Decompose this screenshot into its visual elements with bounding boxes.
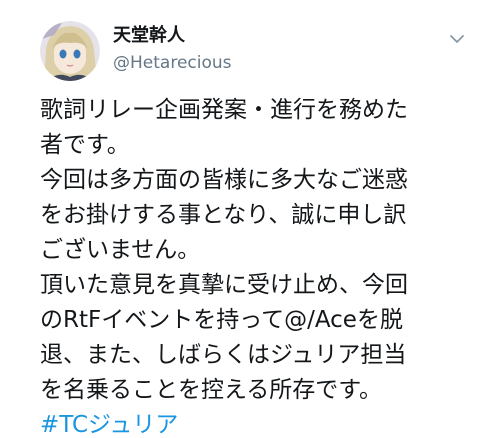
- avatar-anime-character-icon: [40, 21, 100, 81]
- tweet-text: 歌詞リレー企画発案・進行を務めた 者です。 今回は多方面の皆様に多大なご迷惑 を…: [40, 93, 460, 438]
- tweet-text-line: 者です。: [40, 132, 130, 158]
- hashtag-link[interactable]: #TCジュリア: [40, 408, 460, 438]
- tweet-text-line: 退、また、しばらくはジュリア担当: [40, 342, 407, 368]
- tweet-text-line: のRtFイベントを持って@/Aceを脱: [40, 307, 403, 333]
- tweet-text-line: 歌詞リレー企画発案・進行を務めた: [40, 97, 408, 123]
- tweet-text-line: 今回は多方面の皆様に多大なご迷惑: [40, 167, 408, 193]
- avatar[interactable]: [40, 21, 100, 81]
- user-handle[interactable]: @Hetarecious: [113, 52, 232, 74]
- tweet-menu-button[interactable]: [449, 30, 465, 43]
- tweet-text-line: 頂いた意見を真摯に受け止め、今回: [40, 272, 408, 298]
- tweet-card: 天堂幹人 @Hetarecious 歌詞リレー企画発案・進行を務めた 者です。 …: [0, 0, 499, 438]
- tweet-text-line: をお掛けする事となり、誠に申し訳: [40, 202, 407, 228]
- chevron-down-icon: [450, 35, 464, 43]
- tweet-text-line: を名乗ることを控える所存です。: [40, 377, 383, 403]
- tweet-text-line: ございません。: [40, 237, 201, 263]
- display-name[interactable]: 天堂幹人: [113, 25, 185, 47]
